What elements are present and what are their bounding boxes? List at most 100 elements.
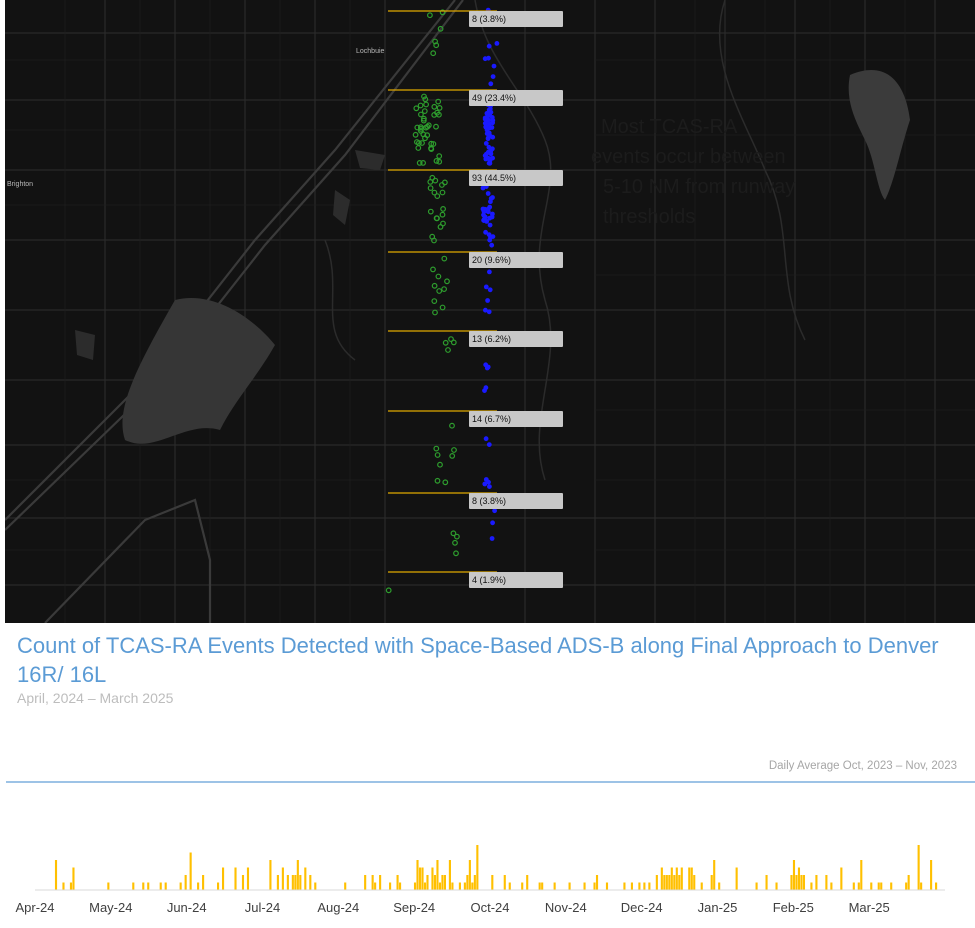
x-tick-label: May-24 [89, 900, 132, 915]
bar [852, 882, 855, 890]
bar [458, 882, 461, 890]
event-point-16r [430, 266, 436, 273]
event-point-16l [492, 508, 497, 514]
bar [553, 882, 556, 890]
x-tick-label: Dec-24 [621, 900, 663, 915]
event-point-16l [483, 229, 488, 235]
bar [660, 867, 663, 890]
bar [857, 882, 860, 890]
bar [630, 882, 633, 890]
event-point-16l [485, 117, 491, 122]
chart-title: Count of TCAS-RA Events Detected with Sp… [17, 633, 939, 687]
pond-shape [333, 190, 350, 225]
event-point-16r [436, 104, 443, 111]
daily-average-line [6, 781, 975, 783]
bar [443, 875, 446, 890]
daily-events-chart: Apr-24 May-24 Jun-24 Jul-24 Aug-24 Sep-24 Oct-… [15, 845, 945, 915]
bar [491, 875, 494, 890]
event-point-16r [444, 278, 450, 285]
event-point-16l [487, 269, 492, 275]
approach-map: Most TCAS-RA events occur between 5-10 N… [5, 0, 975, 623]
bar [379, 875, 382, 890]
event-point-16l [483, 477, 489, 482]
event-point-16r [437, 461, 443, 468]
bar [371, 875, 374, 890]
bar [241, 875, 245, 890]
bar [713, 860, 716, 890]
event-point-16l [490, 117, 496, 123]
bar [179, 882, 182, 890]
bar [802, 875, 806, 890]
bar [374, 882, 377, 890]
event-point-16r [434, 452, 441, 458]
bar [413, 882, 417, 890]
bar [286, 875, 289, 890]
ghost-line: events occur between [591, 146, 786, 168]
bar [648, 882, 651, 890]
bar [917, 845, 920, 890]
bar [541, 882, 544, 890]
event-point-16l [490, 520, 495, 526]
bar [54, 860, 58, 890]
event-point-16r [439, 211, 446, 218]
event-point-16l [487, 222, 493, 228]
bar [364, 875, 367, 890]
bar [314, 882, 317, 890]
bar [880, 882, 883, 890]
event-point-16r [412, 131, 419, 138]
event-point-16l [485, 298, 490, 303]
bar [299, 875, 302, 890]
bar [690, 867, 693, 890]
event-point-16r [445, 347, 451, 353]
bar [189, 852, 192, 890]
bar [935, 882, 938, 890]
event-point-16l [486, 130, 492, 136]
event-point-16l [483, 307, 488, 313]
event-point-16r [434, 477, 441, 484]
event-point-16r [442, 339, 449, 346]
bar-series [54, 845, 938, 890]
bar [142, 882, 145, 890]
event-point-16l [483, 284, 489, 290]
bar [438, 882, 442, 890]
event-point-16r [448, 336, 454, 343]
bar [718, 882, 721, 890]
chart-subtitle: April, 2024 – March 2025 [17, 690, 174, 706]
x-tick-label: Jul-24 [245, 900, 280, 915]
event-point-16r [439, 304, 446, 311]
bar [790, 875, 793, 890]
bar [276, 875, 279, 890]
event-point-16r [418, 111, 424, 118]
bar [62, 882, 65, 890]
event-point-16l [482, 56, 488, 62]
bar [815, 875, 818, 890]
bar [451, 882, 454, 890]
bar [830, 882, 833, 890]
bar [72, 867, 75, 890]
bar [623, 882, 626, 890]
pond-shape [355, 150, 385, 170]
ghost-line: Most TCAS-RA [601, 116, 738, 138]
bar [795, 875, 798, 890]
event-point-16r [439, 182, 445, 188]
event-point-16r [439, 189, 446, 196]
event-point-16l [485, 191, 491, 196]
event-point-16r [441, 286, 448, 293]
bar [538, 882, 541, 890]
bar [294, 875, 297, 890]
bin-count-label: 4 (1.9%) [469, 572, 563, 588]
bar [468, 860, 471, 890]
bar [840, 867, 843, 890]
bar [755, 882, 758, 890]
bar [583, 882, 586, 890]
event-point-16r [449, 453, 456, 459]
bar [668, 875, 671, 890]
bar [675, 867, 678, 890]
x-tick-label: Apr-24 [15, 900, 54, 915]
bar [670, 867, 673, 890]
bar [800, 875, 803, 890]
event-point-16r [436, 153, 443, 160]
event-point-16l [486, 442, 492, 447]
event-point-16r [431, 298, 438, 305]
bar [281, 867, 284, 890]
